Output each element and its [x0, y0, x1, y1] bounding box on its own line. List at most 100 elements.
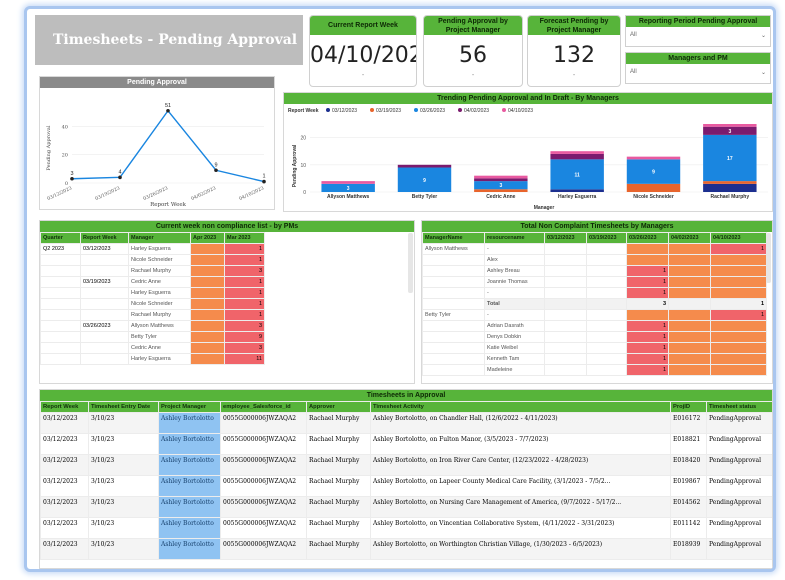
resource-name-cell[interactable]: Katie Weibel [484, 342, 545, 354]
table-row[interactable]: 03/12/2023 3/10/23 Ashley Bortolotto 0055G0… [40, 454, 772, 476]
manager-cell[interactable]: Nicole Schneider [128, 254, 191, 266]
filter-dropdown[interactable]: All ⌄ [626, 64, 770, 81]
forecast-pending-card[interactable]: Forecast Pending by Project Manager 132 … [527, 15, 621, 87]
table-row[interactable]: Harley Esguerra 1 [40, 287, 409, 299]
table-row[interactable]: Ashley Breau 1 [422, 265, 767, 277]
col-header[interactable]: Timesheet status [706, 401, 772, 413]
project-manager-cell[interactable]: Ashley Bortolotto [158, 454, 221, 476]
manager-name-cell[interactable] [422, 353, 485, 365]
table-row[interactable]: 03/12/2023 3/10/23 Ashley Bortolotto 0055G0… [40, 517, 772, 539]
table-row[interactable]: Rachael Murphy 1 [40, 309, 409, 321]
table-row[interactable]: 03/12/2023 3/10/23 Ashley Bortolotto 0055G0… [40, 412, 772, 434]
col-header[interactable]: 04/02/2023 [668, 232, 711, 244]
project-manager-cell[interactable]: Ashley Bortolotto [158, 433, 221, 455]
manager-cell[interactable]: Cedric Anne [128, 276, 191, 288]
scrollbar[interactable] [408, 233, 413, 293]
table-row[interactable]: Betty Tyler - 1 [422, 309, 767, 321]
table-row[interactable]: Q2 2023 03/12/2023 Harley Esguerra 1 [40, 243, 409, 255]
table-row[interactable]: Nicole Schneider 1 [40, 298, 409, 310]
table-row[interactable]: Harley Esguerra 11 [40, 353, 409, 365]
current-report-week-card[interactable]: Current Report Week 04/10/2023 - [309, 15, 417, 87]
col-header[interactable]: employee_Salesforce_id [220, 401, 307, 413]
project-manager-cell[interactable]: Ashley Bortolotto [158, 475, 221, 497]
manager-cell[interactable]: Rachael Murphy [128, 265, 191, 277]
table-row[interactable]: Cedric Anne 3 [40, 342, 409, 354]
manager-name-cell[interactable] [422, 276, 485, 288]
table-row[interactable]: Denys Dobkin 1 [422, 331, 767, 343]
table-row[interactable]: 03/19/2023 Cedric Anne 1 [40, 276, 409, 288]
table-row[interactable]: Kenneth Tam 1 [422, 353, 767, 365]
table-row[interactable]: Joannie Thomas 1 [422, 276, 767, 288]
project-manager-cell[interactable]: Ashley Bortolotto [158, 496, 221, 518]
resource-name-cell[interactable]: Madeleine [484, 364, 545, 376]
col-header[interactable]: Manager [128, 232, 191, 244]
resource-name-cell[interactable]: Kenneth Tam [484, 353, 545, 365]
col-header[interactable]: Report Week [80, 232, 129, 244]
manager-name-cell[interactable] [422, 254, 485, 266]
table-row[interactable]: Rachael Murphy 3 [40, 265, 409, 277]
resource-name-cell[interactable]: - [484, 309, 545, 321]
table-row[interactable]: Allyson Matthews - 1 [422, 243, 767, 255]
manager-name-cell[interactable]: Allyson Matthews [422, 243, 485, 255]
col-header[interactable]: Timesheet Activity [370, 401, 671, 413]
manager-cell[interactable]: Allyson Matthews [128, 320, 191, 332]
manager-name-cell[interactable] [422, 331, 485, 343]
project-manager-cell[interactable]: Ashley Bortolotto [158, 538, 221, 560]
table-row[interactable]: Madeleine 1 [422, 364, 767, 376]
pending-approval-card[interactable]: Pending Approval by Project Manager 56 - [423, 15, 523, 87]
col-header[interactable]: 03/26/2023 [626, 232, 669, 244]
managers-pm-filter[interactable]: Managers and PM All ⌄ [625, 52, 771, 84]
manager-name-cell[interactable] [422, 298, 485, 310]
manager-name-cell[interactable] [422, 364, 485, 376]
table-row[interactable]: Katie Weibel 1 [422, 342, 767, 354]
col-header[interactable]: 04/10/2023 [710, 232, 767, 244]
table-row[interactable]: 03/12/2023 3/10/23 Ashley Bortolotto 0055G0… [40, 538, 772, 560]
manager-cell[interactable]: Harley Esguerra [128, 353, 191, 365]
manager-cell[interactable]: Harley Esguerra [128, 243, 191, 255]
col-header[interactable]: Timesheet Entry Date [88, 401, 159, 413]
manager-name-cell[interactable]: Betty Tyler [422, 309, 485, 321]
manager-name-cell[interactable] [422, 342, 485, 354]
manager-cell[interactable]: Harley Esguerra [128, 287, 191, 299]
col-header[interactable]: Mar 2023 [224, 232, 265, 244]
filter-dropdown[interactable]: All ⌄ [626, 27, 770, 44]
table-row[interactable]: 03/12/2023 3/10/23 Ashley Bortolotto 0055G0… [40, 496, 772, 518]
table-row[interactable]: 03/12/2023 3/10/23 Ashley Bortolotto 0055G0… [40, 475, 772, 497]
table-row[interactable]: 03/26/2023 Allyson Matthews 3 [40, 320, 409, 332]
col-header[interactable]: Apr 2023 [190, 232, 225, 244]
manager-name-cell[interactable] [422, 265, 485, 277]
manager-name-cell[interactable] [422, 287, 485, 299]
table-row[interactable]: Alex [422, 254, 767, 266]
table-row[interactable]: Adrian Dasrath 1 [422, 320, 767, 332]
col-header[interactable]: 03/12/2023 [544, 232, 587, 244]
manager-cell[interactable]: Rachael Murphy [128, 309, 191, 321]
col-header[interactable]: ProjID [670, 401, 707, 413]
col-header[interactable]: 03/19/2023 [586, 232, 627, 244]
resource-name-cell[interactable]: Adrian Dasrath [484, 320, 545, 332]
resource-name-cell[interactable]: - [484, 287, 545, 299]
resource-name-cell[interactable]: Denys Dobkin [484, 331, 545, 343]
resource-name-cell[interactable]: - [484, 243, 545, 255]
manager-cell[interactable]: Nicole Schneider [128, 298, 191, 310]
resource-name-cell[interactable]: Ashley Breau [484, 265, 545, 277]
col-header[interactable]: Project Manager [158, 401, 221, 413]
reporting-period-filter[interactable]: Reporting Period Pending Approval All ⌄ [625, 15, 771, 47]
manager-cell[interactable]: Betty Tyler [128, 331, 191, 343]
resource-name-cell[interactable]: Total [484, 298, 545, 310]
table-row[interactable]: Betty Tyler 9 [40, 331, 409, 343]
project-manager-cell[interactable]: Ashley Bortolotto [158, 517, 221, 539]
scrollbar[interactable] [766, 233, 771, 283]
table-row[interactable]: 03/12/2023 3/10/23 Ashley Bortolotto 0055G0… [40, 433, 772, 455]
manager-cell[interactable]: Cedric Anne [128, 342, 191, 354]
project-manager-cell[interactable]: Ashley Bortolotto [158, 412, 221, 434]
col-header[interactable]: resourcename [484, 232, 545, 244]
resource-name-cell[interactable]: Joannie Thomas [484, 276, 545, 288]
table-row[interactable]: Nicole Schneider 1 [40, 254, 409, 266]
col-header[interactable]: Quarter [40, 232, 81, 244]
col-header[interactable]: ManagerName [422, 232, 485, 244]
table-row[interactable]: -1 [422, 287, 767, 299]
manager-name-cell[interactable] [422, 320, 485, 332]
total-row[interactable]: Total 3 1 [422, 298, 767, 310]
col-header[interactable]: Approver [306, 401, 371, 413]
col-header[interactable]: Report Week [40, 401, 89, 413]
